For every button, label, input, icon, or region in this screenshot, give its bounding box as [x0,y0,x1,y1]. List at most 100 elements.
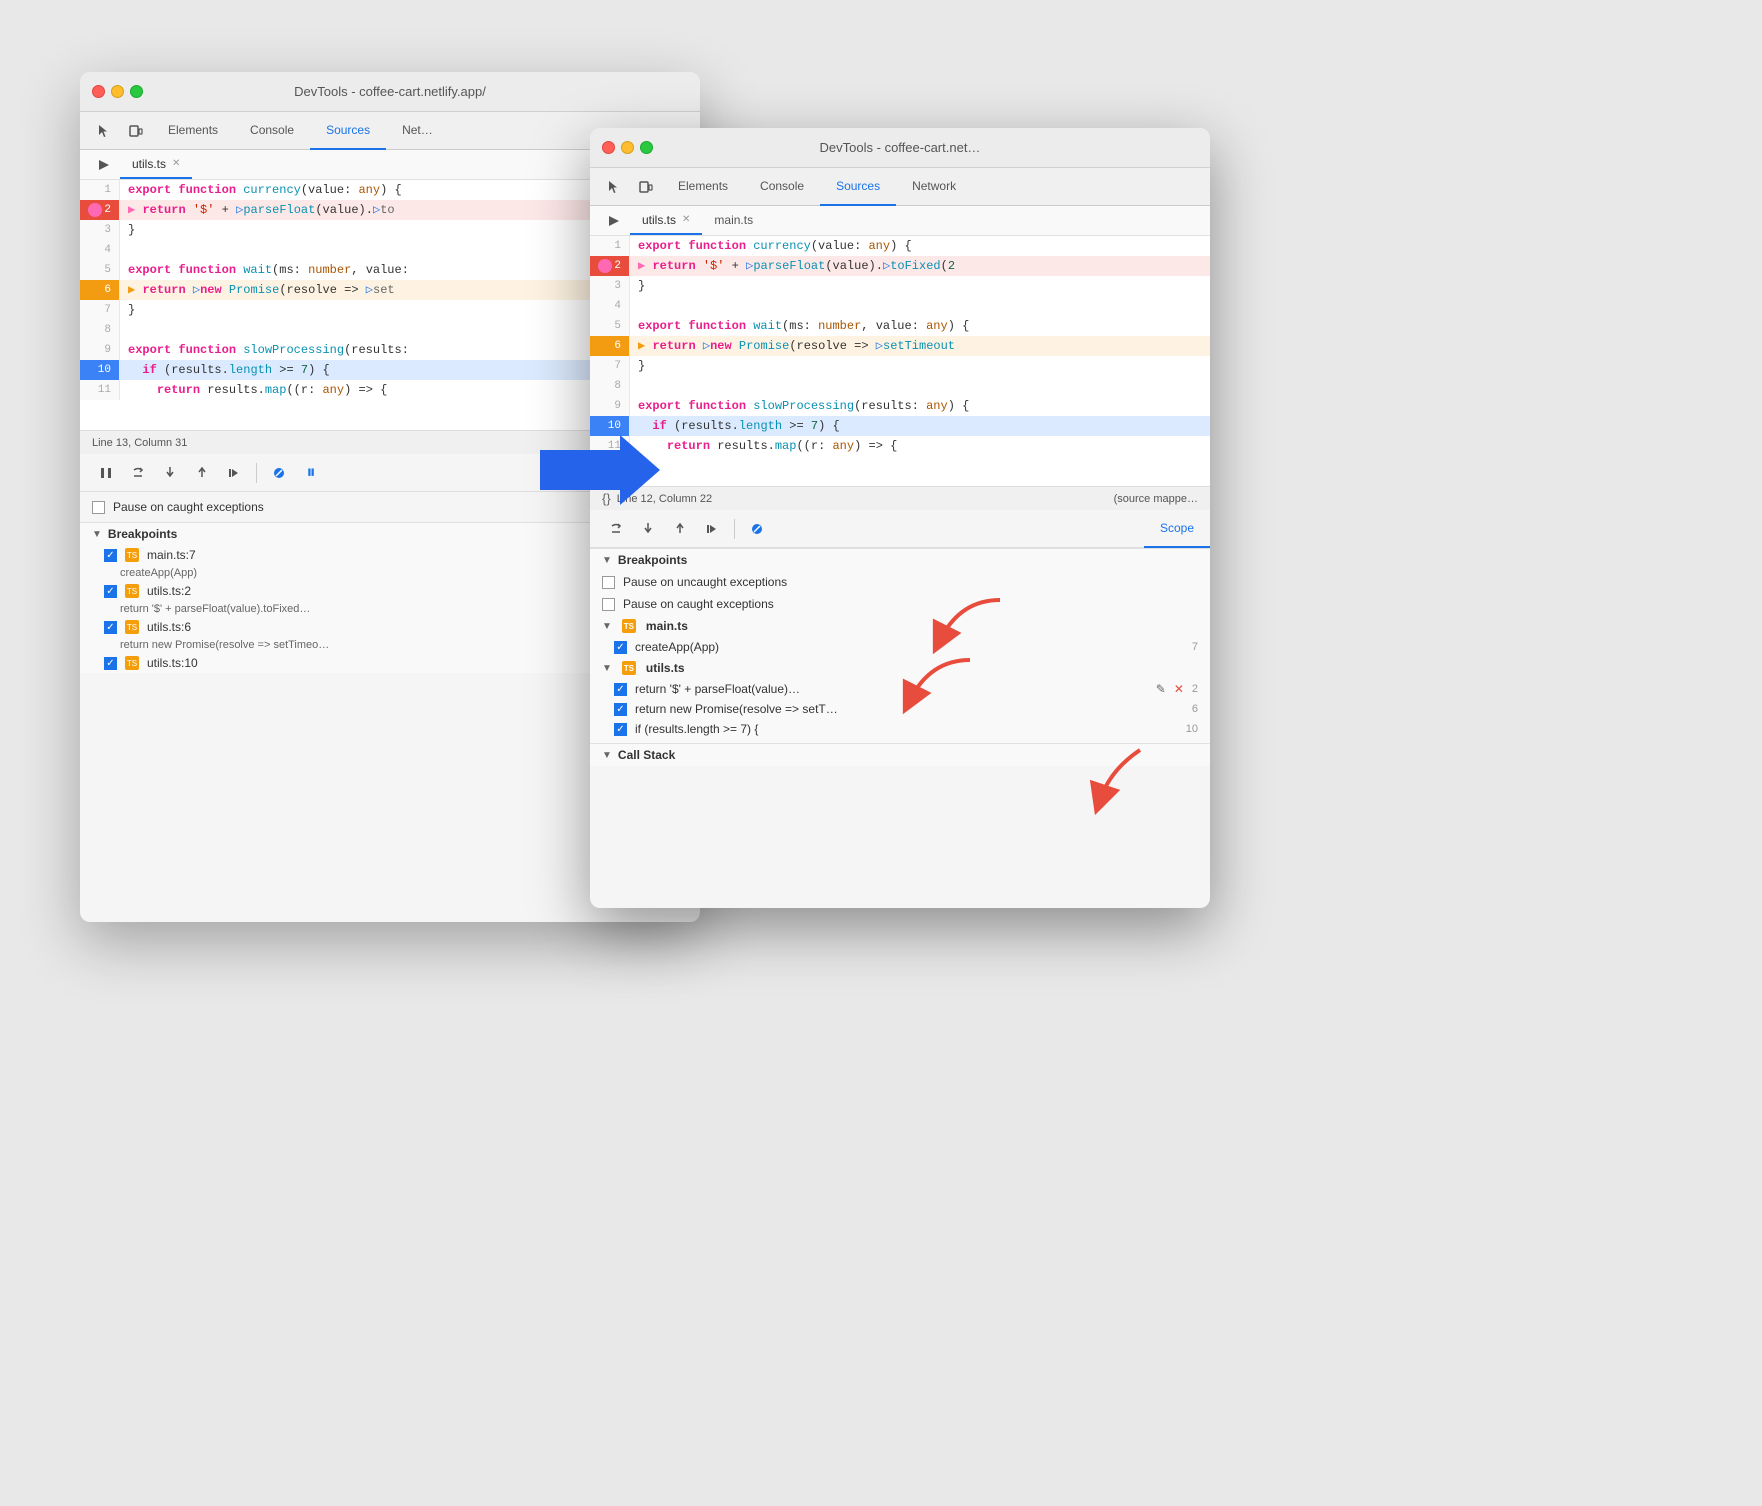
line-content-5-front: export function wait(ms: number, value: … [630,316,1210,336]
scope-tab-front[interactable]: Scope [1144,510,1210,548]
step-over-btn-back[interactable] [124,459,152,487]
pause-uncaught-checkbox-front[interactable] [602,576,615,589]
breakpoints-header-front[interactable]: ▼ Breakpoints [590,549,1210,571]
maximize-button-front[interactable] [640,141,653,154]
line-num-6-back: ?6 [80,280,120,300]
breakpoints-arrow-back: ▼ [92,529,102,540]
close-button-front[interactable] [602,141,615,154]
bp-checkbox-utils6-back[interactable]: ✓ [104,621,117,634]
pause-btn2-back[interactable]: ⏸ [297,459,325,487]
file-tabs-front: utils.ts ✕ main.ts [590,206,1210,236]
call-stack-arrow-front: ▼ [602,750,612,761]
step-over-btn-front[interactable] [602,515,630,543]
file-tab-close-back[interactable]: ✕ [172,158,180,169]
toolbar-front: Elements Console Sources Network [590,168,1210,206]
tab-sources-front[interactable]: Sources [820,168,896,206]
line-content-2-front: ▶ return '$' + ▷parseFloat(value).▷toFix… [630,256,1210,276]
bp-file-label-utils10-back: utils.ts:10 [147,656,198,670]
line-content-4-front [630,296,1210,316]
bp-checkbox-utils2-front[interactable]: ✓ [614,683,627,696]
title-bar-front: DevTools - coffee-cart.net… [590,128,1210,168]
line-num-8-back: 8 [80,320,120,340]
bp-delete-utils2-front[interactable]: ✕ [1174,682,1184,696]
file-tab-main-front[interactable]: main.ts [702,206,765,235]
line-num-2-front: 2 [590,256,630,276]
tab-console-back[interactable]: Console [234,112,310,150]
line-num-3-back: 3 [80,220,120,240]
main-ts-section-front[interactable]: ▼ TS main.ts [590,615,1210,637]
file-tab-main-name-front: main.ts [714,213,753,227]
continue-btn-back[interactable] [220,459,248,487]
tab-elements-back[interactable]: Elements [152,112,234,150]
line-content-3-front: } [630,276,1210,296]
minimize-button-back[interactable] [111,85,124,98]
main-ts-file-icon-front: TS [622,619,636,633]
red-arrow-2 [880,650,980,735]
maximize-button-back[interactable] [130,85,143,98]
pause-caught-label-front: Pause on caught exceptions [623,597,774,611]
step-into-btn-front[interactable] [634,515,662,543]
step-into-btn-back[interactable] [156,459,184,487]
line-num-10-back: 10 [80,360,120,380]
line-num-6-front: ?6 [590,336,630,356]
bp-checkbox-main-front[interactable]: ✓ [614,641,627,654]
bp-checkbox-utils2-back[interactable]: ✓ [104,585,117,598]
red-arrow-3 [1070,740,1150,825]
continue-btn-front[interactable] [698,515,726,543]
file-tab-utils-close-front[interactable]: ✕ [682,214,690,225]
deactivate-btn-front[interactable] [743,515,771,543]
tab-network-back[interactable]: Net… [386,112,449,150]
step-out-btn-front[interactable] [666,515,694,543]
line-num-7-front: 7 [590,356,630,376]
bp-checkbox-utils10-back[interactable]: ✓ [104,657,117,670]
status-position-back: Line 13, Column 31 [92,437,187,449]
pause-btn-back[interactable] [92,459,120,487]
line-content-9-front: export function slowProcessing(results: … [630,396,1210,416]
tab-sources-back[interactable]: Sources [310,112,386,150]
code-line-11-front: 11 return results.map((r: any) => { [590,436,1210,456]
tab-elements-front[interactable]: Elements [662,168,744,206]
line-num-5-front: 5 [590,316,630,336]
device-icon-front[interactable] [630,168,662,205]
debugger-toolbar-front: Scope [590,510,1210,548]
pause-uncaught-label-front: Pause on uncaught exceptions [623,575,787,589]
bp-edit-utils2-front[interactable]: ✎ [1156,682,1166,696]
code-line-2-front: 2 ▶ return '$' + ▷parseFloat(value).▷toF… [590,256,1210,276]
tab-console-front[interactable]: Console [744,168,820,206]
line-num-11-back: 11 [80,380,120,400]
line-num-1-front: 1 [590,236,630,256]
bp-file-icon-utils6-back: TS [125,620,139,634]
bp-checkbox-utils10-front[interactable]: ✓ [614,723,627,736]
line-num-7-back: 7 [80,300,120,320]
sources-icon-front[interactable] [598,206,630,235]
code-line-6-front: ?6 ▶ return ▷new Promise(resolve => ▷set… [590,336,1210,356]
pause-caught-label-back: Pause on caught exceptions [113,500,264,514]
file-tab-name-back: utils.ts [132,157,166,171]
inspect-icon-front[interactable] [598,168,630,205]
step-out-btn-back[interactable] [188,459,216,487]
pause-caught-checkbox-front[interactable] [602,598,615,611]
close-button-back[interactable] [92,85,105,98]
code-area-front: 1 export function currency(value: any) {… [590,236,1210,486]
window-title-back: DevTools - coffee-cart.netlify.app/ [294,84,486,99]
bp-file-label-main-back: main.ts:7 [147,548,196,562]
code-line-7-front: 7 } [590,356,1210,376]
sources-icon-back[interactable] [88,150,120,179]
bp-checkbox-utils6-front[interactable]: ✓ [614,703,627,716]
breakpoints-title-back: Breakpoints [108,527,177,541]
deactivate-btn-back[interactable] [265,459,293,487]
line-content-10-front: if (results.length >= 7) { [630,416,1210,436]
minimize-button-front[interactable] [621,141,634,154]
pause-caught-checkbox-back[interactable] [92,501,105,514]
file-tab-utils-back[interactable]: utils.ts ✕ [120,150,192,179]
device-icon[interactable] [120,112,152,149]
main-ts-arrow-front: ▼ [602,621,612,632]
bp-checkbox-main-back[interactable]: ✓ [104,549,117,562]
file-tab-utils-front[interactable]: utils.ts ✕ [630,206,702,235]
tab-network-front[interactable]: Network [896,168,972,206]
inspect-icon[interactable] [88,112,120,149]
line-num-4-back: 4 [80,240,120,260]
line-content-11-front: return results.map((r: any) => { [630,436,1210,456]
line-num-1-back: 1 [80,180,120,200]
line-num-4-front: 4 [590,296,630,316]
